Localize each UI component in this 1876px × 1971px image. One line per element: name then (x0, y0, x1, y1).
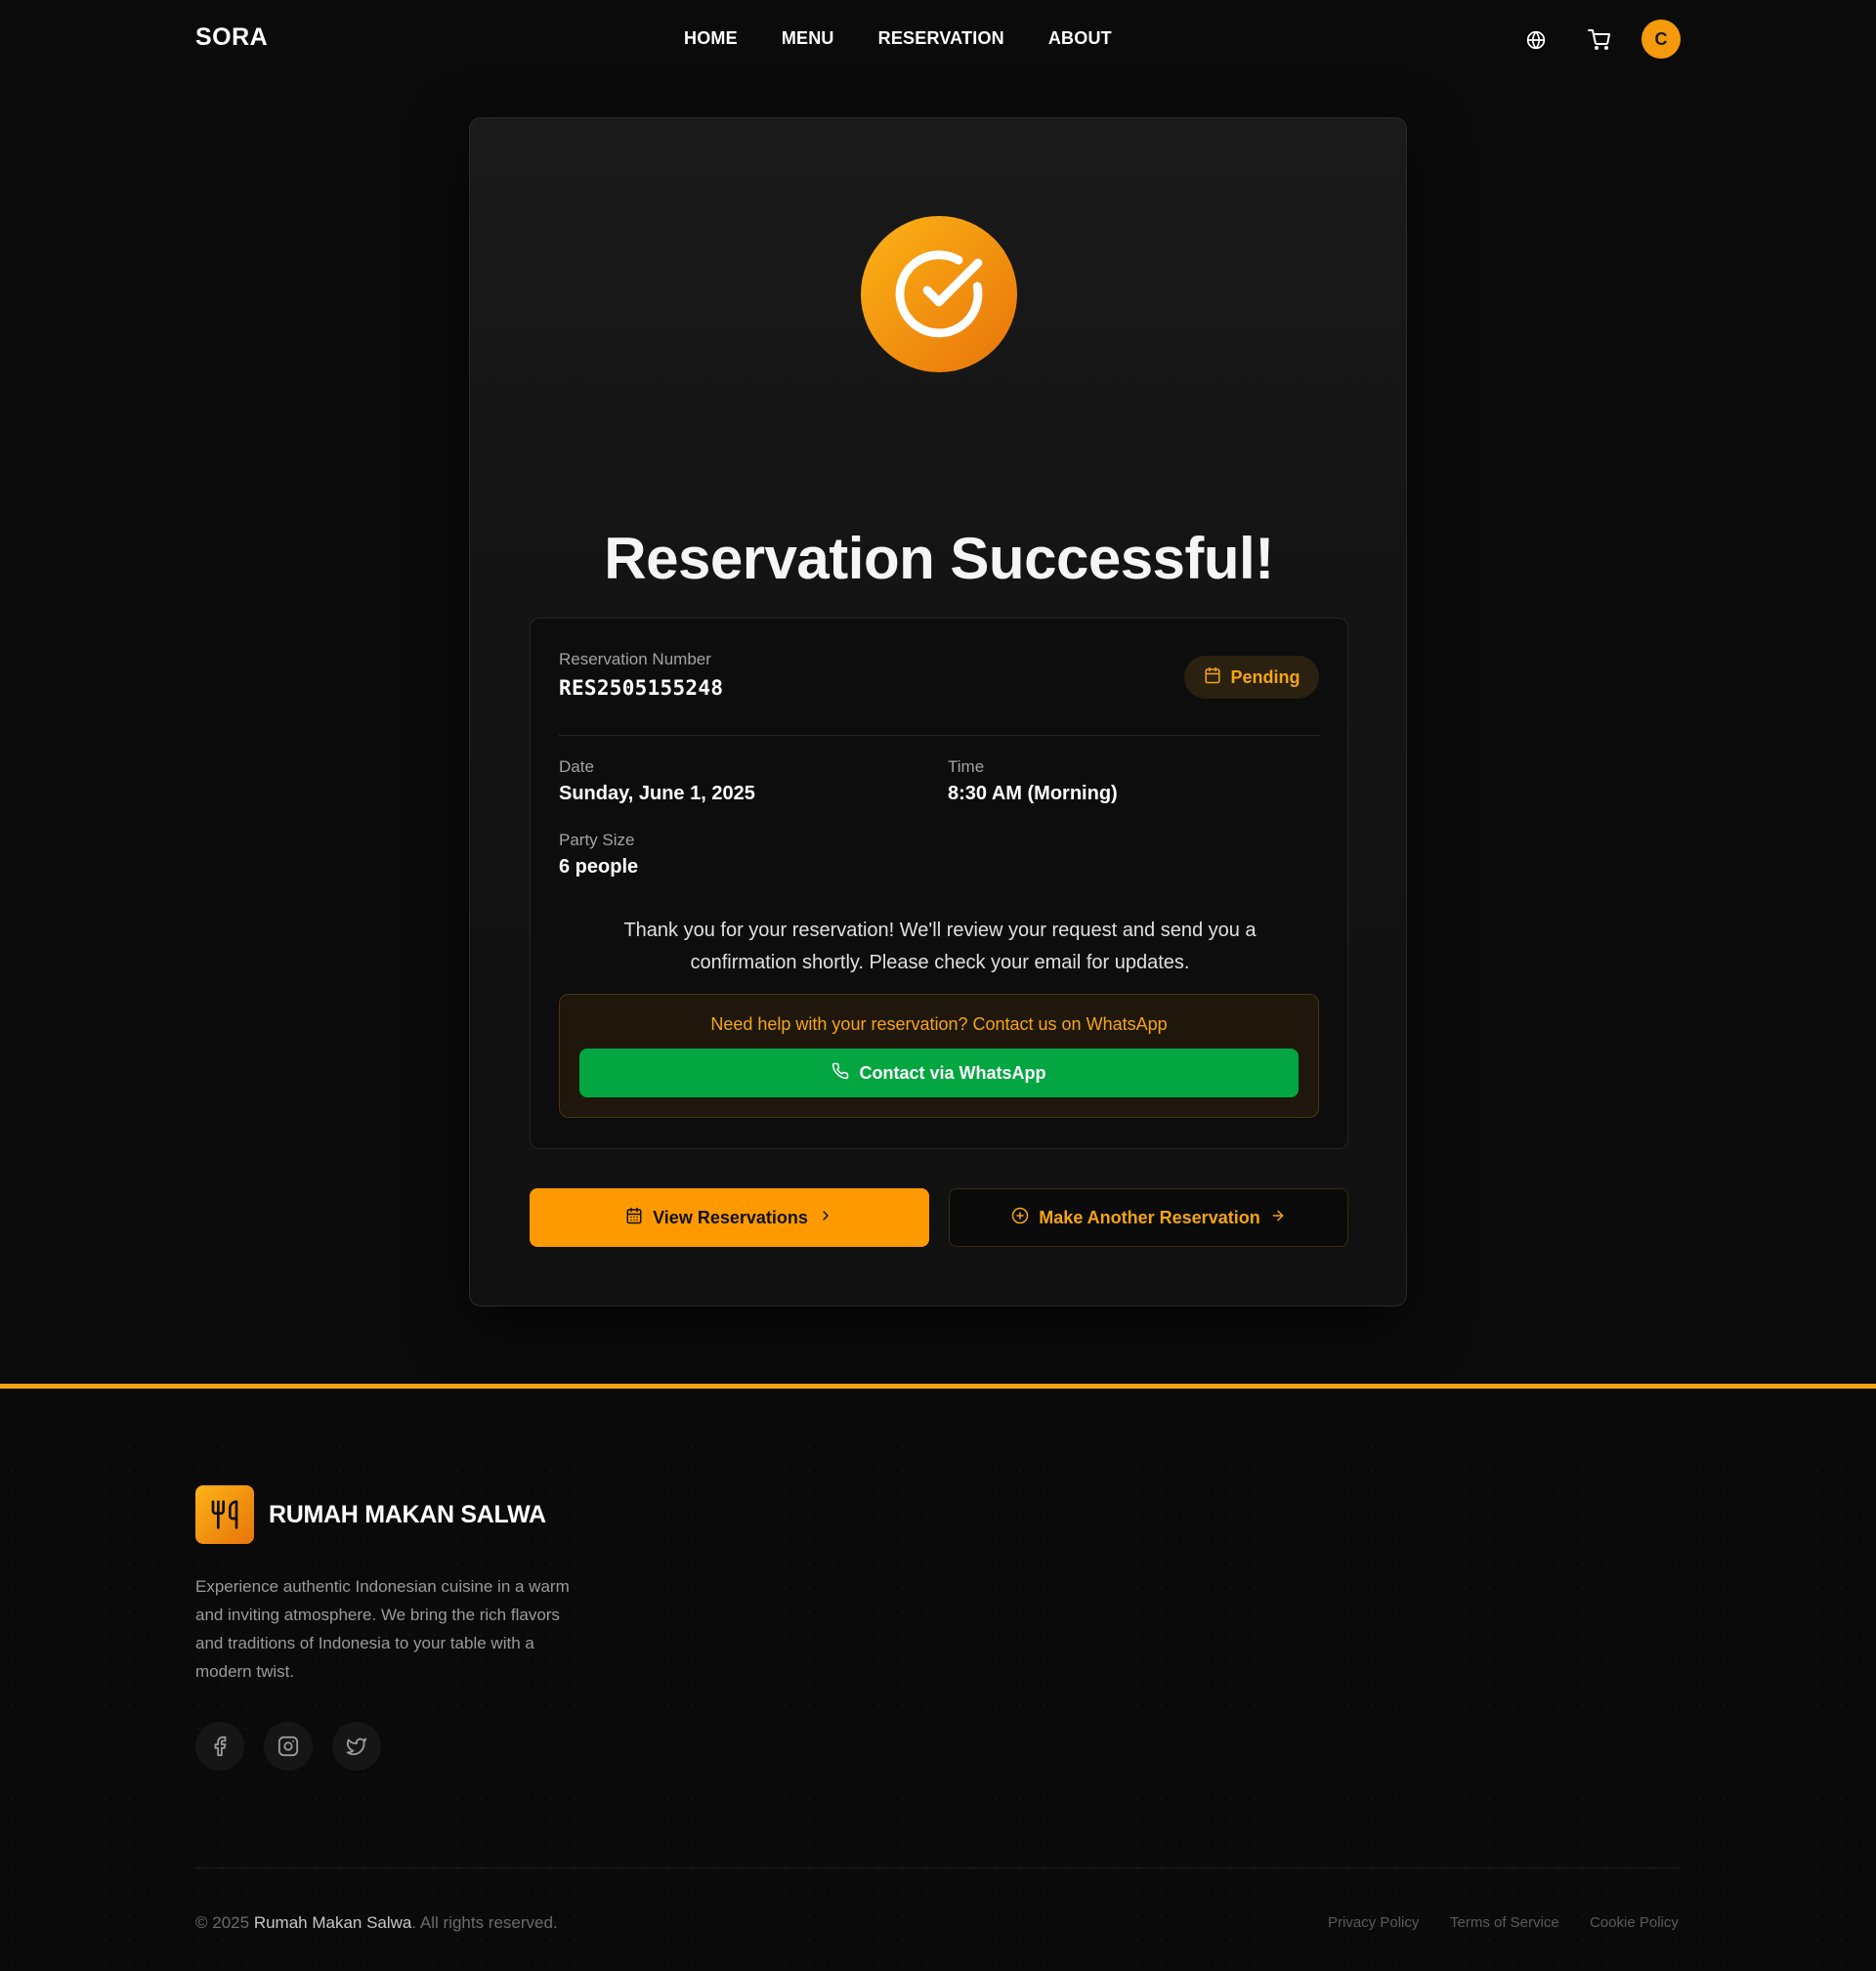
copyright-suffix: . All rights reserved. (411, 1913, 558, 1932)
time-label: Time (948, 757, 985, 776)
view-reservations-button[interactable]: View Reservations (530, 1188, 929, 1247)
copyright-prefix: © 2025 (195, 1913, 250, 1932)
copyright-brand: Rumah Makan Salwa (253, 1913, 412, 1932)
footer-brand-name: RUMAH MAKAN SALWA (269, 1501, 546, 1528)
reservation-details: Reservation Number RES2505155248 Pending… (530, 618, 1348, 1149)
privacy-policy-link[interactable]: Privacy Policy (1328, 1914, 1419, 1931)
whatsapp-button[interactable]: Contact via WhatsApp (579, 1049, 1299, 1097)
facebook-icon[interactable] (195, 1722, 244, 1771)
utensils-icon (195, 1485, 254, 1544)
site-header: SORA HOME MENU RESERVATION ABOUT C (0, 0, 1876, 80)
terms-of-service-link[interactable]: Terms of Service (1450, 1914, 1559, 1931)
user-avatar[interactable]: C (1642, 20, 1681, 59)
party-size-value: 6 people (559, 856, 639, 878)
reservation-number-label: Reservation Number (559, 650, 711, 668)
globe-icon[interactable] (1521, 25, 1551, 55)
main-nav: HOME MENU RESERVATION ABOUT (684, 28, 1112, 49)
instagram-icon[interactable] (264, 1722, 313, 1771)
time-value: 8:30 AM (Morning) (948, 783, 1118, 804)
make-another-label: Make Another Reservation (1039, 1207, 1260, 1227)
nav-home[interactable]: HOME (684, 28, 738, 49)
confirmation-card: Reservation Successful! Reservation Numb… (469, 117, 1407, 1307)
success-check-icon (861, 216, 1017, 372)
cart-icon[interactable] (1585, 25, 1614, 55)
site-footer: RUMAH MAKAN SALWA Experience authentic I… (0, 1384, 1876, 1971)
party-size-label: Party Size (559, 831, 635, 849)
calendar-icon (1204, 666, 1221, 689)
whatsapp-button-label: Contact via WhatsApp (859, 1062, 1046, 1083)
status-label: Pending (1230, 666, 1300, 687)
whatsapp-help-box: Need help with your reservation? Contact… (559, 994, 1319, 1118)
page-title: Reservation Successful! (604, 526, 1274, 591)
cookie-policy-link[interactable]: Cookie Policy (1590, 1914, 1679, 1931)
nav-reservation[interactable]: RESERVATION (878, 28, 1004, 49)
phone-icon (831, 1062, 849, 1085)
footer-divider (195, 1867, 1681, 1868)
chevron-right-icon (818, 1208, 833, 1228)
status-badge: Pending (1184, 656, 1319, 699)
reservation-number: RES2505155248 (559, 676, 724, 700)
footer-description: Experience authentic Indonesian cuisine … (195, 1577, 570, 1681)
copyright: © 2025 Rumah Makan Salwa. All rights res… (195, 1913, 558, 1933)
thank-you-message: Thank you for your reservation! We'll re… (623, 920, 1257, 973)
site-logo[interactable]: SORA (195, 23, 268, 52)
arrow-right-icon (1270, 1208, 1286, 1228)
date-label: Date (559, 757, 594, 776)
view-reservations-label: View Reservations (653, 1207, 808, 1227)
date-value: Sunday, June 1, 2025 (559, 783, 755, 804)
nav-about[interactable]: ABOUT (1048, 28, 1112, 49)
make-another-reservation-button[interactable]: Make Another Reservation (949, 1188, 1348, 1247)
twitter-icon[interactable] (332, 1722, 381, 1771)
nav-menu[interactable]: MENU (782, 28, 834, 49)
calendar-icon (625, 1207, 643, 1229)
plus-circle-icon (1011, 1207, 1029, 1229)
divider (559, 735, 1319, 736)
help-text: Need help with your reservation? Contact… (710, 1014, 1168, 1034)
